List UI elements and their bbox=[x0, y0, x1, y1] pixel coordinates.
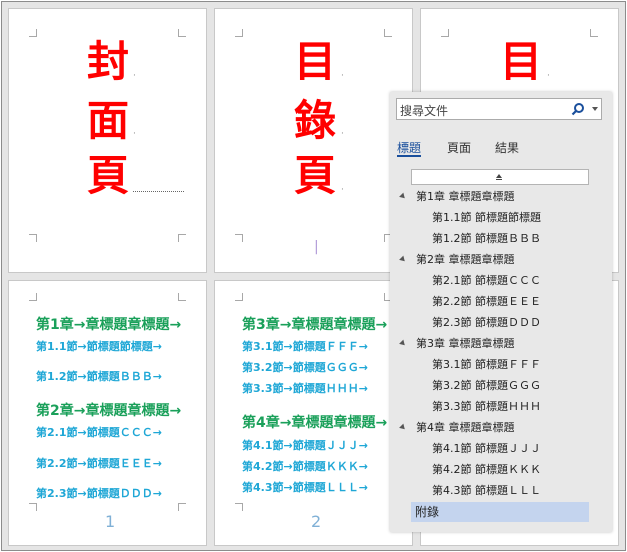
crop-mark bbox=[590, 29, 598, 37]
crop-mark bbox=[178, 293, 186, 301]
expand-arrow-icon[interactable] bbox=[399, 339, 407, 348]
toc-char: 頁 bbox=[294, 151, 337, 200]
active-tab-indicator bbox=[397, 155, 421, 157]
nav-item-section[interactable]: 第2.2節 節標題ＥＥＥ bbox=[432, 293, 541, 311]
tab-results[interactable]: 結果 bbox=[495, 139, 519, 156]
navigation-pane: 搜尋文件 標題 頁面 結果 第1章 章標題章標題第1.1節 節標題節標題 第1.2… bbox=[390, 92, 612, 532]
nav-item-section[interactable]: 第1.2節 節標題ＢＢＢ bbox=[432, 230, 541, 248]
page-content-1[interactable]: 第1章→章標題章標題→ 第1.1節→節標題節標題→ 第1.2節→節標題ＢＢＢ→ … bbox=[8, 280, 207, 546]
crop-mark bbox=[29, 234, 37, 242]
section-heading: 第3.1節→節標題ＦＦＦ→ bbox=[242, 340, 368, 353]
chapter-heading: 第1章→章標題章標題→ bbox=[36, 317, 182, 333]
page-content-2[interactable]: 第3章→章標題章標題→ 第3.1節→節標題ＦＦＦ→ 第3.2節→節標題ＧＧＧ→ … bbox=[214, 280, 413, 546]
cover-char: 頁 bbox=[87, 151, 130, 200]
search-icon[interactable] bbox=[571, 102, 585, 116]
section-heading: 第2.1節→節標題ＣＣＣ→ bbox=[36, 426, 162, 439]
paragraph-mark: · bbox=[341, 185, 344, 195]
arrow-up-icon bbox=[496, 174, 502, 178]
nav-item-chapter[interactable]: 第4章 章標題章標題 bbox=[416, 419, 515, 437]
toc-char: 目 bbox=[294, 37, 337, 86]
crop-mark bbox=[178, 234, 186, 242]
section-heading: 第1.2節→節標題ＢＢＢ→ bbox=[36, 370, 162, 383]
crop-mark bbox=[384, 29, 392, 37]
nav-item-section[interactable]: 第3.1節 節標題ＦＦＦ bbox=[432, 356, 541, 374]
paragraph-mark: · bbox=[133, 129, 136, 139]
nav-item-section[interactable]: 第3.2節 節標題ＧＧＧ bbox=[432, 377, 541, 395]
nav-item-chapter[interactable]: 第2章 章標題章標題 bbox=[416, 251, 515, 269]
page-number: 2 bbox=[311, 512, 322, 531]
cover-char: 面 bbox=[87, 96, 130, 145]
paragraph-mark: · bbox=[547, 71, 550, 81]
crop-mark bbox=[235, 29, 243, 37]
section-heading: 第3.2節→節標題ＧＧＧ→ bbox=[242, 361, 368, 374]
crop-mark bbox=[29, 293, 37, 301]
nav-item-section[interactable]: 第4.2節 節標題ＫＫＫ bbox=[432, 461, 541, 479]
nav-item-section[interactable]: 第4.3節 節標題ＬＬＬ bbox=[432, 482, 541, 500]
nav-item-appendix[interactable]: 附錄 bbox=[411, 502, 589, 522]
paragraph-mark: · bbox=[341, 129, 344, 139]
nav-item-section[interactable]: 第1.1節 節標題節標題 bbox=[432, 209, 541, 227]
nav-item-section[interactable]: 第2.3節 節標題ＤＤＤ bbox=[432, 314, 541, 332]
crop-mark bbox=[178, 29, 186, 37]
page-cover[interactable]: 封 面 頁 · · bbox=[8, 8, 207, 273]
nav-item-section[interactable]: 第3.3節 節標題ＨＨＨ bbox=[432, 398, 541, 416]
paragraph-mark: · bbox=[133, 71, 136, 81]
page-number: 1 bbox=[105, 512, 116, 531]
document-canvas[interactable]: 封 面 頁 · · 目 錄 頁 · · · | 目 · 第1章→章標題章標題→ … bbox=[1, 1, 626, 551]
section-heading: 第2.3節→節標題ＤＤＤ→ bbox=[36, 487, 162, 500]
search-box[interactable]: 搜尋文件 bbox=[396, 98, 602, 120]
chapter-heading: 第4章→章標題章標題→ bbox=[242, 415, 388, 431]
crop-mark bbox=[29, 503, 37, 511]
crop-mark bbox=[29, 29, 37, 37]
section-heading: 第4.2節→節標題ＫＫＫ→ bbox=[242, 460, 368, 473]
expand-arrow-icon[interactable] bbox=[399, 255, 407, 264]
page-toc[interactable]: 目 錄 頁 · · · | bbox=[214, 8, 413, 273]
crop-mark bbox=[235, 293, 243, 301]
search-input[interactable]: 搜尋文件 bbox=[400, 102, 448, 119]
section-heading: 第4.3節→節標題ＬＬＬ→ bbox=[242, 481, 368, 494]
section-heading: 第2.2節→節標題ＥＥＥ→ bbox=[36, 457, 162, 470]
section-heading: 第3.3節→節標題ＨＨＨ→ bbox=[242, 382, 368, 395]
nav-item-chapter[interactable]: 第3章 章標題章標題 bbox=[416, 335, 515, 353]
section-heading: 第1.1節→節標題節標題→ bbox=[36, 340, 162, 353]
nav-item-section[interactable]: 第4.1節 節標題ＪＪＪ bbox=[432, 440, 541, 458]
section-heading: 第4.1節→節標題ＪＪＪ→ bbox=[242, 439, 368, 452]
toc-char: 錄 bbox=[294, 96, 337, 145]
crop-mark bbox=[441, 29, 449, 37]
crop-mark bbox=[235, 234, 243, 242]
tab-pages[interactable]: 頁面 bbox=[447, 139, 471, 156]
nav-item-section[interactable]: 第2.1節 節標題ＣＣＣ bbox=[432, 272, 541, 290]
chevron-down-icon[interactable] bbox=[592, 107, 598, 111]
text-cursor: | bbox=[314, 239, 319, 255]
page3-char: 目 bbox=[500, 37, 543, 86]
crop-mark bbox=[235, 503, 243, 511]
tab-headings[interactable]: 標題 bbox=[397, 139, 421, 156]
cover-char: 封 bbox=[87, 37, 130, 86]
scroll-up-button[interactable] bbox=[411, 169, 589, 185]
paragraph-mark: · bbox=[341, 71, 344, 81]
dotted-line bbox=[133, 191, 184, 192]
nav-item-chapter[interactable]: 第1章 章標題章標題 bbox=[416, 188, 515, 206]
expand-arrow-icon[interactable] bbox=[399, 192, 407, 201]
chapter-heading: 第3章→章標題章標題→ bbox=[242, 317, 388, 333]
chapter-heading: 第2章→章標題章標題→ bbox=[36, 403, 182, 419]
expand-arrow-icon[interactable] bbox=[399, 423, 407, 432]
crop-mark bbox=[178, 503, 186, 511]
